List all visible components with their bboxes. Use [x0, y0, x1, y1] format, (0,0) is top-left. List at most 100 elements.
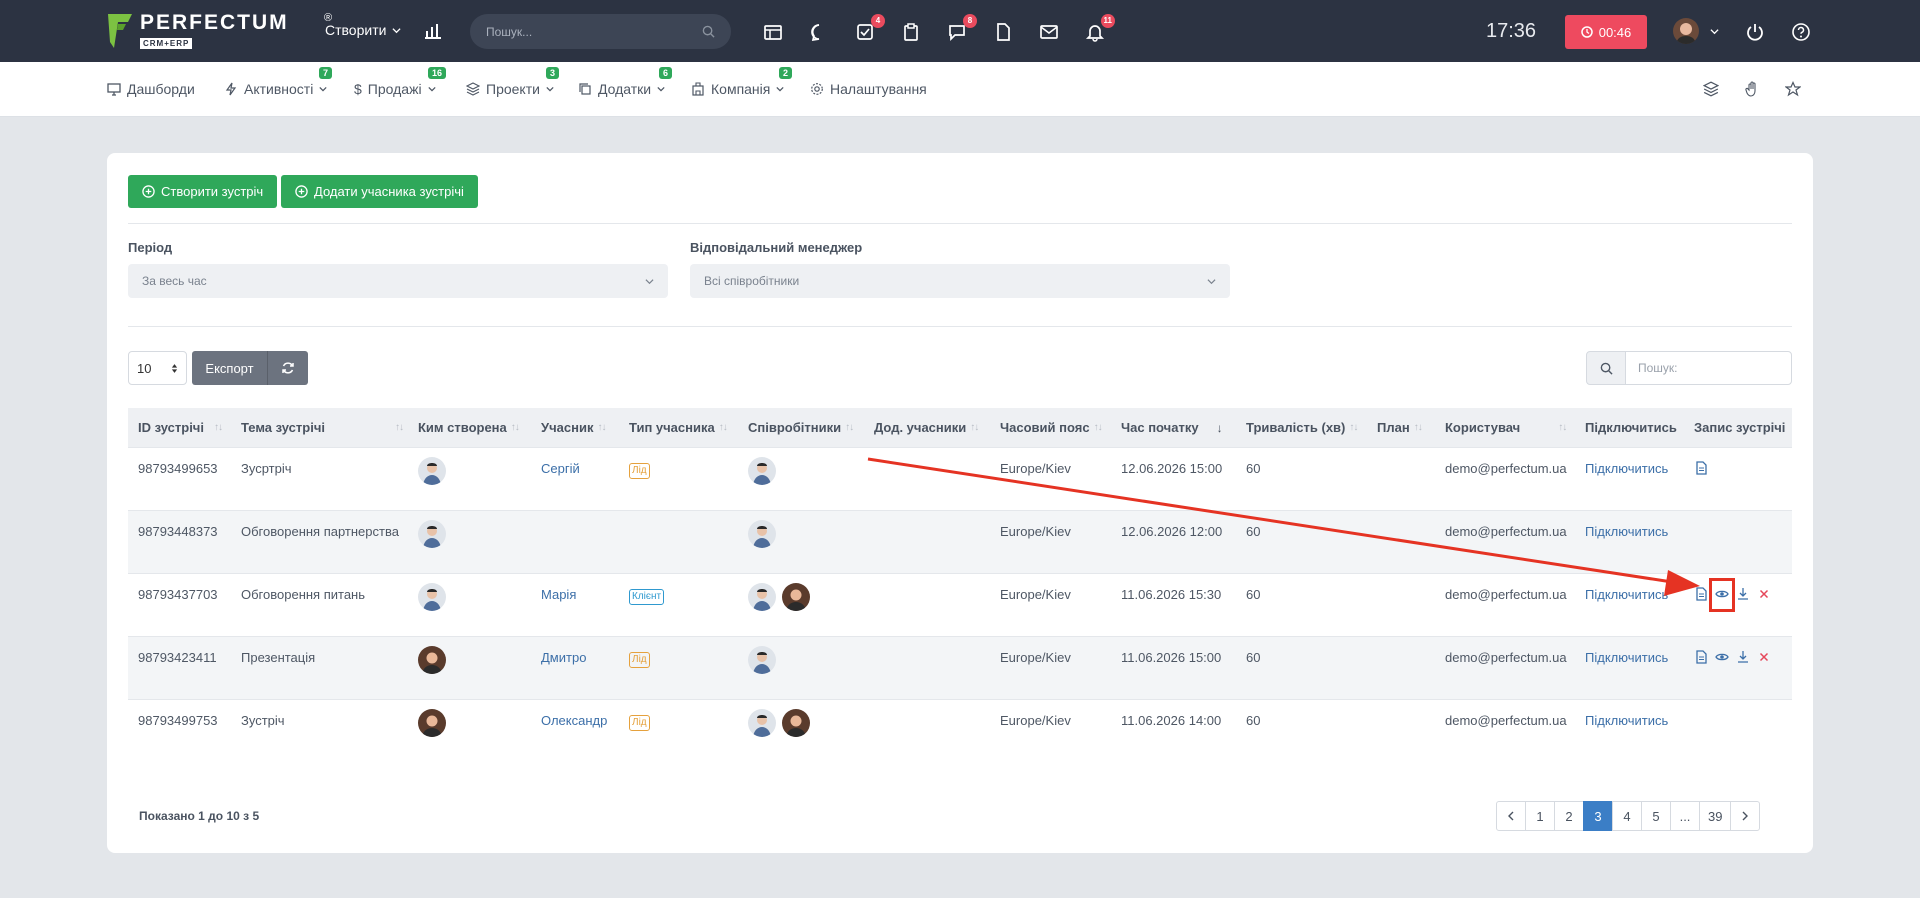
created-by-avatar[interactable]: [418, 646, 446, 674]
page-ellipsis: ...: [1670, 801, 1700, 831]
eye-icon[interactable]: [1715, 587, 1729, 601]
user-menu-chevron-icon[interactable]: [1710, 27, 1719, 36]
avatar[interactable]: [418, 520, 446, 548]
page-prev-button[interactable]: [1496, 801, 1526, 831]
period-select[interactable]: За весь час: [128, 264, 668, 298]
user-avatar[interactable]: [1673, 18, 1699, 44]
tasks-icon[interactable]: 4: [855, 14, 885, 42]
col-topic[interactable]: Тема зустрічі ↑↓: [241, 420, 404, 435]
global-search[interactable]: [470, 14, 731, 49]
hand-icon[interactable]: [1744, 81, 1762, 99]
col-employees[interactable]: Співробітники ↑↓: [748, 420, 854, 435]
created-by-avatar[interactable]: [418, 709, 446, 737]
page-button[interactable]: 2: [1554, 801, 1584, 831]
col-duration[interactable]: Тривалість (хв) ↑↓: [1246, 420, 1358, 435]
table-search-input[interactable]: [1625, 351, 1792, 385]
logo[interactable]: PERFECTUM CRM+ERP ®: [106, 12, 332, 50]
page-button-active[interactable]: 3: [1583, 801, 1613, 831]
help-icon[interactable]: [1791, 22, 1811, 42]
row-participant[interactable]: Олександр: [541, 713, 607, 728]
created-by-avatar[interactable]: [418, 583, 446, 611]
avatar[interactable]: [418, 583, 446, 611]
avatar[interactable]: [748, 646, 776, 674]
page-button[interactable]: 5: [1641, 801, 1671, 831]
avatar[interactable]: [782, 709, 810, 737]
avatar[interactable]: [748, 457, 776, 485]
delete-icon[interactable]: [1757, 650, 1771, 664]
manager-select[interactable]: Всі співробітники: [690, 264, 1230, 298]
mail-icon[interactable]: [1039, 22, 1059, 42]
calendar-icon[interactable]: [763, 22, 783, 42]
bell-icon[interactable]: 11: [1085, 14, 1115, 42]
create-meeting-button[interactable]: Створити зустріч: [128, 175, 278, 208]
employees-avatars[interactable]: [748, 646, 776, 674]
delete-icon[interactable]: [1757, 587, 1771, 601]
page-button[interactable]: 39: [1699, 801, 1732, 831]
employees-avatars[interactable]: [748, 583, 810, 611]
avatar[interactable]: [782, 583, 810, 611]
avatar[interactable]: [418, 709, 446, 737]
avatar[interactable]: [418, 646, 446, 674]
row-id: 98793499653: [138, 461, 218, 476]
row-participant[interactable]: Марія: [541, 587, 576, 602]
add-participant-button[interactable]: Додати учасника зустрічі: [281, 175, 478, 208]
employees-avatars[interactable]: [748, 457, 776, 485]
create-menu[interactable]: Створити: [325, 22, 402, 38]
stack-icon[interactable]: [1703, 81, 1721, 99]
col-created-by[interactable]: Ким створена ↑↓: [418, 420, 520, 435]
document-icon[interactable]: [1694, 650, 1708, 664]
connect-link[interactable]: Підключитись: [1585, 524, 1668, 539]
nav-dashboards[interactable]: Дашборди: [107, 81, 195, 97]
global-search-input[interactable]: [486, 24, 686, 39]
nav-settings[interactable]: Налаштування: [810, 81, 927, 97]
col-user[interactable]: Користувач ↑↓: [1445, 420, 1567, 435]
page-button[interactable]: 1: [1525, 801, 1555, 831]
table-search-button[interactable]: [1586, 351, 1626, 385]
col-participant-type[interactable]: Тип учасника ↑↓: [629, 420, 728, 435]
connect-link[interactable]: Підключитись: [1585, 587, 1668, 602]
document-icon[interactable]: [1694, 587, 1708, 601]
bar-chart-icon[interactable]: [424, 21, 444, 41]
clipboard-icon[interactable]: [901, 22, 921, 42]
eye-icon[interactable]: [1715, 650, 1729, 664]
created-by-avatar[interactable]: [418, 520, 446, 548]
connect-link[interactable]: Підключитись: [1585, 650, 1668, 665]
col-plan[interactable]: План ↑↓: [1377, 420, 1423, 435]
row-participant[interactable]: Дмитро: [541, 650, 586, 665]
table-row: 98793423411 Презентація Дмитро Лід Europ…: [128, 636, 1792, 699]
col-extra-participants[interactable]: Дод. учасники ↑↓: [874, 420, 979, 435]
connect-link[interactable]: Підключитись: [1585, 713, 1668, 728]
col-participant[interactable]: Учасник ↑↓: [541, 420, 606, 435]
col-timezone[interactable]: Часовий пояс ↑↓: [1000, 420, 1103, 435]
col-id[interactable]: ID зустрічі ↑↓: [138, 420, 223, 435]
document-icon[interactable]: [993, 22, 1013, 42]
export-button[interactable]: Експорт: [192, 351, 268, 385]
employees-avatars[interactable]: [748, 709, 810, 737]
created-by-avatar[interactable]: [418, 457, 446, 485]
nav-addons[interactable]: Додатки 6: [578, 67, 673, 97]
connect-link[interactable]: Підключитись: [1585, 461, 1668, 476]
avatar[interactable]: [418, 457, 446, 485]
employees-avatars[interactable]: [748, 520, 776, 548]
avatar[interactable]: [748, 583, 776, 611]
col-start-time[interactable]: Час початку ↓: [1121, 420, 1223, 435]
row-participant[interactable]: Сергій: [541, 461, 580, 476]
nav-activities[interactable]: Активності 7: [224, 67, 333, 97]
nav-projects[interactable]: Проекти 3: [466, 67, 560, 97]
chat-icon[interactable]: [809, 22, 829, 42]
document-icon[interactable]: [1694, 461, 1708, 475]
power-icon[interactable]: [1745, 22, 1765, 42]
messages-icon[interactable]: 8: [947, 14, 977, 42]
refresh-button[interactable]: [268, 351, 308, 385]
download-icon[interactable]: [1736, 650, 1750, 664]
nav-company[interactable]: Компанія 2: [691, 67, 793, 97]
download-icon[interactable]: [1736, 587, 1750, 601]
page-button[interactable]: 4: [1612, 801, 1642, 831]
page-next-button[interactable]: [1730, 801, 1761, 831]
star-icon[interactable]: [1785, 81, 1803, 99]
page-size-select[interactable]: 10: [128, 351, 187, 385]
avatar[interactable]: [748, 520, 776, 548]
nav-sales[interactable]: $ Продажі 16: [354, 67, 447, 97]
timer-button[interactable]: 00:46: [1565, 15, 1647, 49]
avatar[interactable]: [748, 709, 776, 737]
